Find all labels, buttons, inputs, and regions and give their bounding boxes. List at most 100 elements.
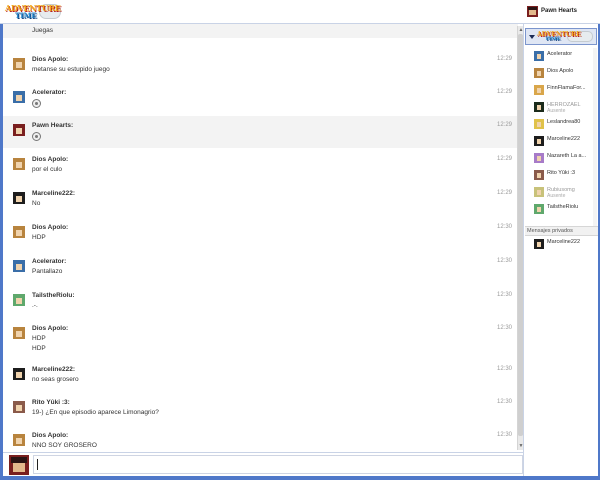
- user-name: FinnFlamaFor...: [547, 85, 586, 91]
- message-text: HDP: [32, 345, 46, 352]
- message-author[interactable]: Pawn Hearts:: [32, 122, 73, 129]
- author-avatar-icon[interactable]: [13, 226, 25, 238]
- composer-avatar-icon: [9, 455, 29, 475]
- dropdown-triangle-icon[interactable]: [529, 35, 535, 39]
- message-timestamp: 12:29: [496, 122, 512, 128]
- logo-subtitle: TIME: [15, 11, 37, 20]
- message-timestamp: 12:30: [496, 366, 512, 372]
- message-author[interactable]: Acelerator:: [32, 89, 66, 96]
- message-text: 19-) ¿En que episodio aparece Limonagrio…: [32, 409, 159, 416]
- emoticon-icon: [32, 99, 41, 108]
- sidebar-user[interactable]: Rubiusomg Ausente: [534, 187, 596, 200]
- user-avatar-icon: [534, 239, 544, 249]
- chat-message: Dios Apolo: 12:29 metanse su estupido jueg…: [3, 50, 518, 80]
- message-list[interactable]: Juegas Dios Apolo: 12:29 metanse su estupid…: [3, 24, 523, 452]
- user-avatar-icon: [534, 68, 544, 78]
- sidebar-user[interactable]: Acelerator: [534, 51, 596, 64]
- message-timestamp: 12:30: [496, 292, 512, 298]
- chat-message: Juegas: [3, 24, 518, 38]
- user-avatar-icon: [534, 85, 544, 95]
- message-text: metanse su estupido juego: [32, 66, 110, 73]
- message-author[interactable]: Dios Apolo:: [32, 432, 68, 439]
- sidebar-user[interactable]: Rito Yûki :3: [534, 170, 596, 183]
- message-author[interactable]: Dios Apolo:: [32, 224, 68, 231]
- message-text: HDP: [32, 234, 46, 241]
- chat-message: TailstheRiolu: 12:30 .-.: [3, 286, 518, 316]
- author-avatar-icon[interactable]: [13, 260, 25, 272]
- author-avatar-icon[interactable]: [13, 58, 25, 70]
- message-text: Juegas: [32, 27, 53, 34]
- message-timestamp: 12:30: [496, 258, 512, 264]
- sidebar-user[interactable]: Marceline222: [534, 136, 596, 149]
- author-avatar-icon[interactable]: [13, 192, 25, 204]
- user-name: Dios Apolo: [547, 68, 574, 74]
- author-avatar-icon[interactable]: [13, 327, 25, 339]
- user-name: Nazareth La a...: [547, 153, 587, 159]
- composer: [3, 452, 525, 476]
- private-messages-header: Mensajes privados: [525, 226, 598, 236]
- chat-message: Dios Apolo: 12:30 HDP: [3, 218, 518, 248]
- message-timestamp: 12:29: [496, 56, 512, 62]
- user-avatar-icon: [534, 170, 544, 180]
- sidebar-user[interactable]: Leslandrea80: [534, 119, 596, 132]
- room-logo: ADVENTURE TIME: [537, 31, 595, 43]
- message-author[interactable]: Dios Apolo:: [32, 56, 68, 63]
- adventure-time-logo: ADVENTURE TIME: [5, 4, 61, 21]
- user-avatar-icon: [534, 51, 544, 61]
- message-author[interactable]: Rito Yûki :3:: [32, 399, 70, 406]
- user-avatar-icon: [534, 102, 544, 112]
- author-avatar-icon[interactable]: [13, 294, 25, 306]
- user-name: Leslandrea80: [547, 119, 581, 125]
- room-selector[interactable]: ADVENTURE TIME: [525, 28, 597, 45]
- user-avatar-icon: [534, 204, 544, 214]
- private-user[interactable]: Marceline222: [534, 239, 596, 252]
- user-name: Rito Yûki :3: [547, 170, 576, 176]
- user-avatar-icon: [534, 187, 544, 197]
- author-avatar-icon[interactable]: [13, 124, 25, 136]
- message-timestamp: 12:30: [496, 399, 512, 405]
- author-avatar-icon[interactable]: [13, 368, 25, 380]
- author-avatar-icon[interactable]: [13, 434, 25, 446]
- message-author[interactable]: TailstheRiolu:: [32, 292, 75, 299]
- sidebar-user[interactable]: FinnFlamaFor...: [534, 85, 596, 98]
- message-timestamp: 12:30: [496, 432, 512, 438]
- message-text: por el culo: [32, 166, 62, 173]
- user-name: Acelerator: [547, 51, 573, 57]
- sidebar-user[interactable]: Dios Apolo: [534, 68, 596, 81]
- message-author[interactable]: Marceline222:: [32, 190, 75, 197]
- chat-message: Pawn Hearts: 12:29: [3, 116, 518, 148]
- user-sidebar: ADVENTURE TIME Acelerator Dios Apolo FinnF…: [523, 24, 598, 476]
- message-input[interactable]: [33, 455, 523, 474]
- chat-message: Dios Apolo: 12:30 HDP HDP: [3, 319, 518, 357]
- room-logo-subtitle: TIME: [545, 36, 561, 42]
- message-timestamp: 12:29: [496, 156, 512, 162]
- current-user-name: Pawn Hearts: [541, 8, 578, 14]
- author-avatar-icon[interactable]: [13, 158, 25, 170]
- chat-message: Marceline222: 12:29 No: [3, 184, 518, 214]
- message-text: NNO SOY GROSERO: [32, 442, 97, 449]
- user-avatar-icon: [527, 6, 538, 17]
- sidebar-user[interactable]: TailstheRiolu: [534, 204, 596, 217]
- message-timestamp: 12:29: [496, 190, 512, 196]
- emoticon-icon: [32, 132, 41, 141]
- author-avatar-icon[interactable]: [13, 91, 25, 103]
- chat-message: Dios Apolo: 12:29 por el culo: [3, 150, 518, 180]
- chat-app: ADVENTURE TIME Pawn Hearts Juegas Dios Ap…: [0, 0, 600, 480]
- user-name: TailstheRiolu: [547, 204, 579, 210]
- user-avatar-icon: [534, 153, 544, 163]
- message-timestamp: 12:30: [496, 224, 512, 230]
- chat-message: Dios Apolo: 12:30 NNO SOY GROSERO: [3, 426, 518, 452]
- chat-message: Marceline222: 12:30 no seas grosero: [3, 360, 518, 390]
- message-author[interactable]: Marceline222:: [32, 366, 75, 373]
- message-author[interactable]: Dios Apolo:: [32, 156, 68, 163]
- author-avatar-icon[interactable]: [13, 401, 25, 413]
- message-text: No: [32, 200, 41, 207]
- chat-message: Acelerator: 12:29: [3, 83, 518, 113]
- sidebar-user[interactable]: HERROZAEL Ausente: [534, 102, 596, 115]
- message-text: .-.: [32, 302, 38, 309]
- user-name: Marceline222: [547, 136, 581, 142]
- message-author[interactable]: Acelerator:: [32, 258, 66, 265]
- chat-message: Rito Yûki :3: 12:30 19-) ¿En que episodio …: [3, 393, 518, 423]
- message-author[interactable]: Dios Apolo:: [32, 325, 68, 332]
- sidebar-user[interactable]: Nazareth La a...: [534, 153, 596, 166]
